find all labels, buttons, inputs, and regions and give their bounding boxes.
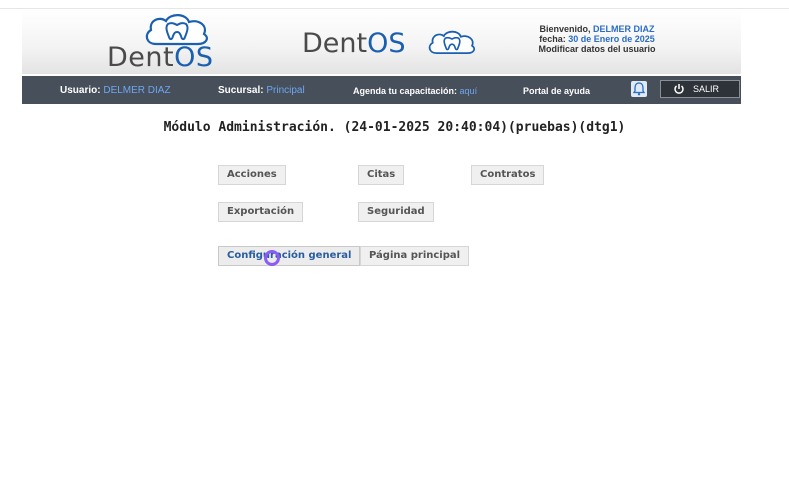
top-navbar: Usuario: DELMER DIAZ Sucursal: Principal… (22, 76, 741, 104)
header-banner: DentOS DentOS Bienvenido, DELMER DIAZ fe… (22, 10, 741, 74)
welcome-date: 30 de Enero de 2025 (568, 34, 655, 44)
citas-button[interactable]: Citas (358, 165, 405, 185)
exportacion-button[interactable]: Exportación (218, 202, 304, 222)
cursor-indicator (264, 250, 280, 266)
page-title: Módulo Administración. (24-01-2025 20:40… (163, 120, 626, 135)
dentos-logo-left[interactable]: DentOS (107, 12, 267, 74)
agenda-link[interactable]: aquí (460, 86, 478, 96)
cloud-tooth-icon (428, 30, 476, 55)
date-line: fecha: 30 de Enero de 2025 (539, 34, 655, 44)
nav-sucursal: Sucursal: Principal (218, 85, 305, 96)
nav-portal-ayuda[interactable]: Portal de ayuda (523, 86, 590, 96)
logo-left-text: DentOS (107, 42, 214, 73)
configuracion-general-button[interactable]: Configuración general (218, 246, 361, 266)
logout-label: SALIR (693, 84, 720, 94)
cloud-tooth-icon (145, 14, 208, 46)
logout-button[interactable]: SALIR (660, 80, 740, 98)
acciones-button[interactable]: Acciones (218, 165, 286, 185)
nav-usuario: Usuario: DELMER DIAZ (60, 85, 171, 96)
power-icon (674, 84, 684, 94)
modify-user-link[interactable]: Modificar datos del usuario (517, 44, 677, 54)
pagina-principal-button[interactable]: Página principal (360, 246, 470, 266)
logo-right-text: DentOS (302, 28, 406, 59)
welcome-user-name: DELMER DIAZ (593, 24, 655, 34)
bell-icon[interactable] (631, 81, 647, 97)
welcome-line: Bienvenido, DELMER DIAZ (539, 24, 655, 34)
seguridad-button[interactable]: Seguridad (358, 202, 434, 222)
nav-agenda: Agenda tu capacitación: aquí (353, 86, 478, 96)
top-divider (0, 8, 789, 9)
welcome-panel: Bienvenido, DELMER DIAZ fecha: 30 de Ene… (517, 24, 677, 54)
contratos-button[interactable]: Contratos (471, 165, 545, 185)
